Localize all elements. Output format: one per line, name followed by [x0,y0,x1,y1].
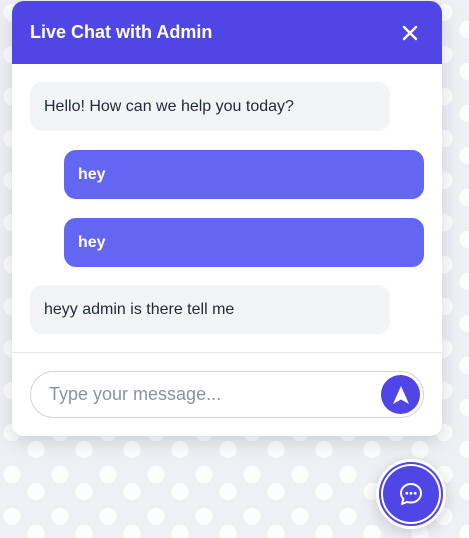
admin-message: Hello! How can we help you today? [30,82,390,131]
chat-window: Live Chat with Admin Hello! How can we h… [12,1,442,436]
user-message: hey [64,150,424,199]
chat-launcher-button[interactable] [379,462,443,526]
send-button[interactable] [381,375,420,414]
close-button[interactable] [398,21,422,45]
chat-launcher-ring [376,459,446,529]
composer-divider [12,352,442,353]
message-text: hey [78,165,106,183]
message-text: heyy admin is there tell me [44,300,235,318]
admin-message: heyy admin is there tell me [30,285,390,334]
message-composer [30,371,424,418]
send-icon [392,385,409,404]
message-text: Hello! How can we help you today? [44,97,294,115]
message-input[interactable] [31,372,371,417]
chat-bubble-icon [400,483,422,505]
message-list: Hello! How can we help you today? hey he… [12,64,442,352]
chat-title: Live Chat with Admin [30,22,213,42]
user-message: hey [64,218,424,267]
message-text: hey [78,233,106,251]
chat-header: Live Chat with Admin [12,1,442,64]
close-icon [402,25,418,40]
